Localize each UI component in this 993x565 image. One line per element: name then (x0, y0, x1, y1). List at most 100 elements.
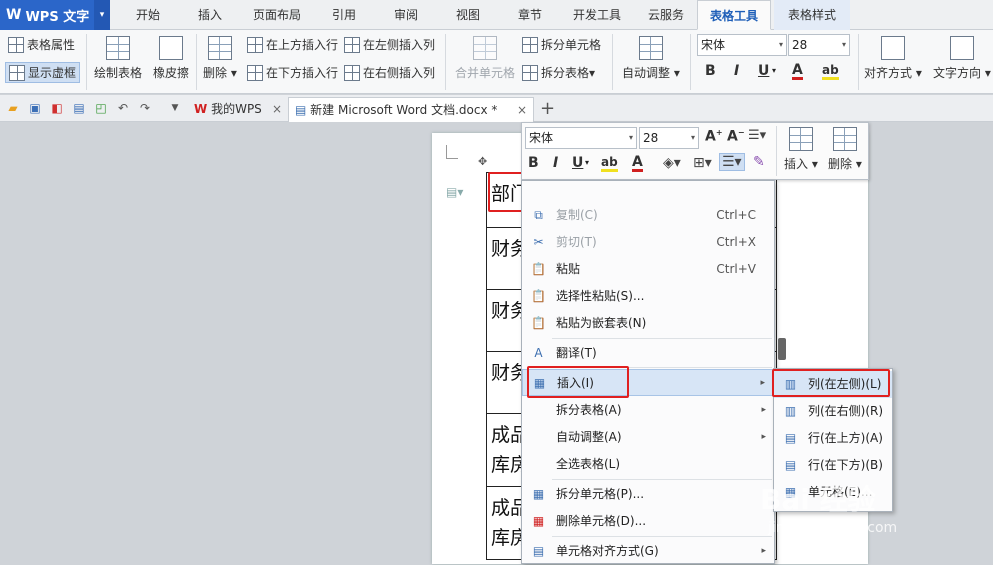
font-family-select[interactable]: 宋体 ▾ (697, 34, 787, 56)
tab-cloud[interactable]: 云服务 (638, 0, 694, 30)
chevron-down-icon[interactable]: ▾ (585, 158, 589, 167)
divider (552, 338, 772, 339)
tab-developer[interactable]: 开发工具 (566, 0, 628, 30)
divider (86, 34, 87, 90)
menu-item-copy[interactable]: ⧉ 复制(C) Ctrl+C (522, 202, 774, 229)
highlight-box-insert (527, 366, 629, 398)
mini-font-color-icon[interactable]: A (632, 155, 643, 172)
tab-layout[interactable]: 页面布局 (246, 0, 308, 30)
menu-item-select-table[interactable]: 全选表格(L) (522, 451, 774, 478)
chevron-right-icon: ▸ (761, 432, 766, 442)
tab-table-style[interactable]: 表格样式 (774, 0, 850, 30)
preview-icon[interactable]: ◰ (94, 101, 108, 115)
tab-review[interactable]: 审阅 (380, 0, 432, 30)
table-resize-handle[interactable] (778, 338, 786, 360)
submenu-item-row-below[interactable]: ▤ 行(在下方)(B) (774, 452, 892, 479)
eraser-button[interactable]: 橡皮擦 (153, 36, 189, 81)
mini-bold-button[interactable]: B (528, 155, 539, 171)
draw-table-button[interactable]: 绘制表格 (94, 36, 142, 81)
divider (612, 34, 613, 90)
submenu-item-row-above[interactable]: ▤ 行(在上方)(A) (774, 425, 892, 452)
app-dropdown-icon[interactable]: ▾ (94, 0, 110, 30)
insert-right-icon (344, 64, 360, 81)
show-gridlines-button[interactable]: 显示虚框 (5, 62, 81, 83)
translate-icon: A (534, 346, 543, 360)
font-color-icon[interactable]: A (792, 63, 803, 80)
insert-row-above-button[interactable]: 在上方插入行 (247, 36, 338, 53)
menu-item-paste[interactable]: 📋 粘贴 Ctrl+V (522, 256, 774, 283)
mini-font-select[interactable]: 宋体 ▾ (525, 127, 637, 149)
paste-nested-icon: 📋 (531, 316, 546, 330)
menu-item-paste-nested[interactable]: 📋 粘贴为嵌套表(N) (522, 310, 774, 337)
mini-underline-button[interactable]: U (572, 155, 583, 171)
insert-row-above-icon: ▤ (784, 431, 797, 445)
save-icon[interactable]: ▣ (28, 101, 42, 115)
italic-button[interactable]: I (734, 63, 739, 79)
auto-fit-icon (638, 36, 663, 60)
tab-home[interactable]: 开始 (122, 0, 174, 30)
menu-item-paste-special[interactable]: 📋 选择性粘贴(S)... (522, 283, 774, 310)
merge-cells-button[interactable]: 合并单元格 (455, 36, 515, 81)
submenu-item-col-right[interactable]: ▥ 列(在右侧)(R) (774, 398, 892, 425)
mini-italic-button[interactable]: I (553, 155, 558, 171)
table-properties-button[interactable]: 表格属性 (8, 36, 75, 53)
menu-item-cell-alignment[interactable]: ▤ 单元格对齐方式(G) ▸ (522, 538, 774, 565)
wps-icon: W (194, 102, 208, 116)
delete-button[interactable]: 删除 ▾ (203, 36, 237, 81)
customize-dropdown-icon[interactable]: ▼ (168, 101, 182, 115)
undo-icon[interactable]: ↶ (116, 101, 130, 115)
grow-font-icon[interactable]: A+ (705, 128, 723, 145)
insert-col-left-button[interactable]: 在左侧插入列 (344, 36, 435, 53)
bold-button[interactable]: B (705, 63, 716, 79)
menu-item-translate[interactable]: A 翻译(T) (522, 340, 774, 367)
tab-table-tools[interactable]: 表格工具 (697, 0, 771, 30)
align-center-icon[interactable]: ☰▾ (719, 153, 745, 171)
chevron-down-icon[interactable]: ▾ (772, 66, 776, 75)
mini-size-select[interactable]: 28 ▾ (639, 127, 699, 149)
menu-item-split-cells[interactable]: ▦ 拆分单元格(P)... (522, 481, 774, 508)
chevron-down-icon: ▾ (841, 40, 846, 49)
alignment-icon: ▤ (532, 544, 545, 558)
border-icon[interactable]: ⊞▾ (693, 155, 712, 171)
mini-highlight-icon[interactable]: ab (601, 155, 618, 172)
mini-insert-button[interactable]: 插入 ▾ (784, 127, 818, 172)
tab-insert[interactable]: 插入 (184, 0, 236, 30)
split-cells-button[interactable]: 拆分单元格 (522, 36, 601, 53)
close-icon[interactable]: × (272, 97, 282, 121)
auto-fit-button[interactable]: 自动调整 ▾ (622, 36, 680, 81)
margin-mark (446, 145, 458, 159)
text-direction-icon (949, 36, 974, 60)
mini-delete-button[interactable]: 删除 ▾ (828, 127, 862, 172)
insert-above-icon (247, 36, 263, 53)
text-direction-button[interactable]: 文字方向 ▾ (933, 36, 991, 81)
menu-item-delete-cells[interactable]: ▦ 删除单元格(D)... (522, 508, 774, 535)
pdf-icon[interactable]: ◧ (50, 101, 64, 115)
menu-item-autofit[interactable]: 自动调整(A) ▸ (522, 424, 774, 451)
tab-references[interactable]: 引用 (318, 0, 370, 30)
format-painter-icon[interactable]: ✎ (753, 154, 765, 170)
align-button[interactable]: 对齐方式 ▾ (864, 36, 922, 81)
insert-col-right-button[interactable]: 在右侧插入列 (344, 64, 435, 81)
font-size-select[interactable]: 28 ▾ (788, 34, 850, 56)
highlight-icon[interactable]: ab (822, 63, 839, 80)
print-icon[interactable]: ▤ (72, 101, 86, 115)
close-icon[interactable]: × (517, 98, 527, 122)
add-tab-button[interactable]: + (540, 98, 555, 119)
redo-icon[interactable]: ↷ (138, 101, 152, 115)
app-menu-button[interactable]: W WPS 文字 ▾ (0, 0, 110, 30)
open-folder-icon[interactable]: ▰ (6, 101, 20, 115)
list-icon[interactable]: ☰▾ (748, 128, 766, 143)
insert-row-below-icon: ▤ (784, 458, 797, 472)
shading-icon[interactable]: ◈▾ (663, 155, 681, 171)
tab-view[interactable]: 视图 (442, 0, 494, 30)
tab-my-wps[interactable]: W 我的WPS × (188, 97, 286, 122)
split-table-button[interactable]: 拆分表格 ▾ (522, 64, 595, 81)
tab-section[interactable]: 章节 (504, 0, 556, 30)
tab-document[interactable]: ▤ 新建 Microsoft Word 文档.docx * × (288, 97, 534, 122)
insert-row-below-button[interactable]: 在下方插入行 (247, 64, 338, 81)
table-move-handle-icon[interactable]: ✥ (478, 155, 487, 168)
menu-item-split-table[interactable]: 拆分表格(A) ▸ (522, 397, 774, 424)
underline-button[interactable]: U (758, 63, 769, 79)
shrink-font-icon[interactable]: A− (727, 128, 745, 145)
menu-item-cut[interactable]: ✂ 剪切(T) Ctrl+X (522, 229, 774, 256)
